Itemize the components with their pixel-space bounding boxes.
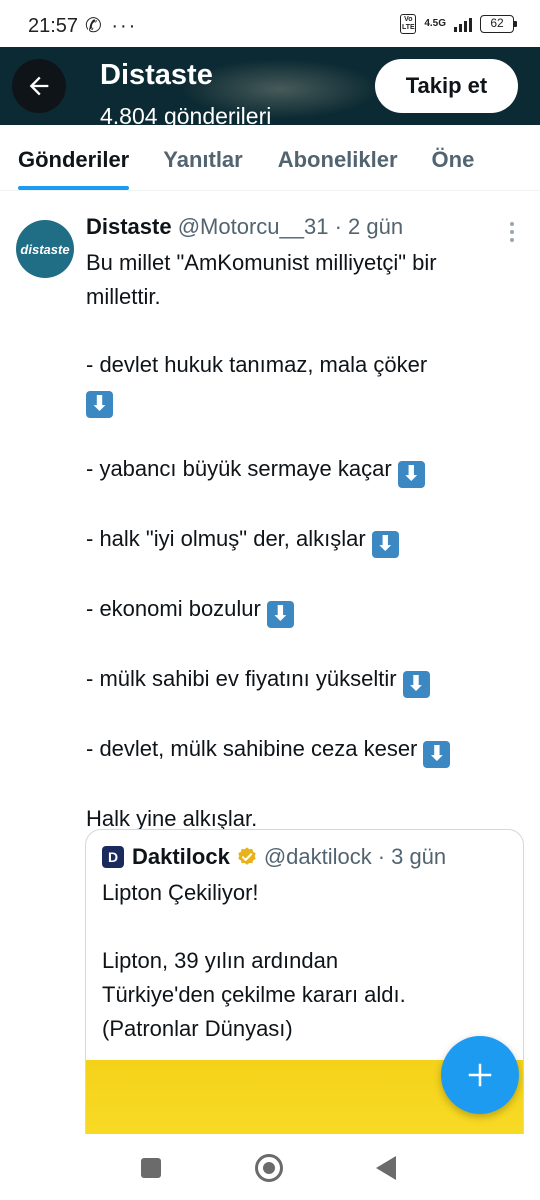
signal-icon [454,16,472,32]
separator: · [377,844,386,869]
tweet-author-handle[interactable]: @Motorcu__31 [178,214,329,239]
quoted-tweet-line: Lipton Çekiliyor! [102,880,259,905]
quoted-author-handle[interactable]: @daktilock [264,844,372,870]
system-nav-bar [0,1134,540,1200]
tweet-line-text: - ekonomi bozulur [86,596,261,621]
tab-subscriptions[interactable]: Abonelikler [278,125,398,190]
profile-header: Distaste 4.804 gönderileri Takip et [0,47,540,125]
tweet-text: Bu millet "AmKomunist milliyetçi" bir mil… [86,246,526,836]
tweet-line: - devlet, mülk sahibine ceza keser ⬇ [86,732,526,768]
tweet-line: Bu millet "AmKomunist milliyetçi" bir [86,246,526,280]
tweet-line: - yabancı büyük sermaye kaçar ⬇ [86,452,526,488]
profile-tabs: Gönderiler Yanıtlar Abonelikler Öne [0,125,540,191]
back-button[interactable] [12,59,66,113]
tweet-line-text: - devlet, mülk sahibine ceza keser [86,736,418,761]
tab-replies[interactable]: Yanıtlar [163,125,242,190]
back-icon[interactable] [376,1156,396,1180]
tweet-line: - devlet hukuk tanımaz, mala çöker [86,348,526,382]
quoted-tweet-line [102,910,512,944]
tweet-line [86,558,526,592]
down-arrow-icon: ⬇ [397,461,425,488]
quoted-tweet-line: (Patronlar Dünyası) [102,1016,293,1041]
status-indicators: Vo LTE 4.5G 62 [400,14,517,34]
tweet-line-text: - mülk sahibi ev fiyatını yükseltir [86,666,397,691]
tweet-line [86,698,526,732]
down-arrow-icon: ⬇ [423,741,451,768]
tweet-line: ⬇ [86,382,526,418]
quoted-tweet-text: Lipton Çekiliyor! Lipton, 39 yılın ardınd… [102,876,512,1046]
compose-plus-icon [468,1063,492,1087]
tweet-line [86,314,526,348]
tweet-line: millettir. [86,280,526,314]
quoted-tweet-time[interactable]: 3 gün [391,844,446,870]
tweet-line: - ekonomi bozulur ⬇ [86,592,526,628]
recents-icon[interactable] [141,1158,161,1178]
notification-icons: ✆ ··· [85,15,138,37]
tweet-line [86,768,526,802]
tweet-header: Distaste @Motorcu__31 · 2 gün [86,214,403,240]
network-type: 4.5G [424,18,446,29]
status-bar: 21:57 ✆ ··· Vo LTE 4.5G 62 [0,0,540,50]
tweet-line-text: - halk "iyi olmuş" der, alkışlar [86,526,366,551]
quoted-tweet-header: D Daktilock @daktilock · 3 gün [102,844,446,870]
separator: · [334,214,342,239]
quoted-tweet-line: Lipton, 39 yılın ardından [102,948,339,973]
active-tab-indicator [18,186,130,190]
more-icon[interactable] [506,222,518,242]
tweet-line [86,418,526,452]
tweet-line-text: - yabancı büyük sermaye kaçar [86,456,392,481]
down-arrow-icon: ⬇ [402,671,430,698]
tweet-line: - halk "iyi olmuş" der, alkışlar ⬇ [86,522,526,558]
tab-label: Gönderiler [18,147,130,172]
battery-icon: 62 [480,15,517,33]
tweet-line-text: - devlet hukuk tanımaz, mala çöker [86,352,428,377]
tweet-line-text: millettir. [86,284,161,309]
tab-label: Yanıtlar [163,147,243,172]
tab-label: Öne [431,147,475,172]
volte-icon: Vo LTE [400,14,417,34]
follow-button[interactable]: Takip et [375,59,518,113]
quoted-avatar[interactable]: D [102,846,124,868]
quoted-author-name[interactable]: Daktilock [132,844,230,870]
quoted-tweet-line: Türkiye'den çekilme kararı aldı. [102,982,406,1007]
profile-name: Distaste [100,59,213,91]
tab-highlights[interactable]: Öne [432,125,475,190]
tab-label: Abonelikler [277,147,398,172]
posts-count: 4.804 gönderileri [100,103,272,125]
compose-button[interactable] [441,1036,519,1114]
avatar[interactable]: distaste [16,220,74,278]
tweet-time[interactable]: 2 gün [348,214,403,239]
tab-posts[interactable]: Gönderiler [18,125,130,190]
tweet-line [86,488,526,522]
tweet-line-text: Halk yine alkışlar. [86,806,258,831]
verified-badge-icon [238,847,256,865]
back-arrow-icon [29,76,49,96]
status-time: 21:57 [28,15,79,37]
down-arrow-icon: ⬇ [86,391,113,418]
tweet-line: - mülk sahibi ev fiyatını yükseltir ⬇ [86,662,526,698]
tweet-author-name[interactable]: Distaste [86,214,172,239]
tweet-line-text: Bu millet "AmKomunist milliyetçi" bir [86,250,437,275]
down-arrow-icon: ⬇ [371,531,399,558]
home-icon[interactable] [255,1154,283,1182]
tweet-line [86,628,526,662]
down-arrow-icon: ⬇ [266,601,294,628]
